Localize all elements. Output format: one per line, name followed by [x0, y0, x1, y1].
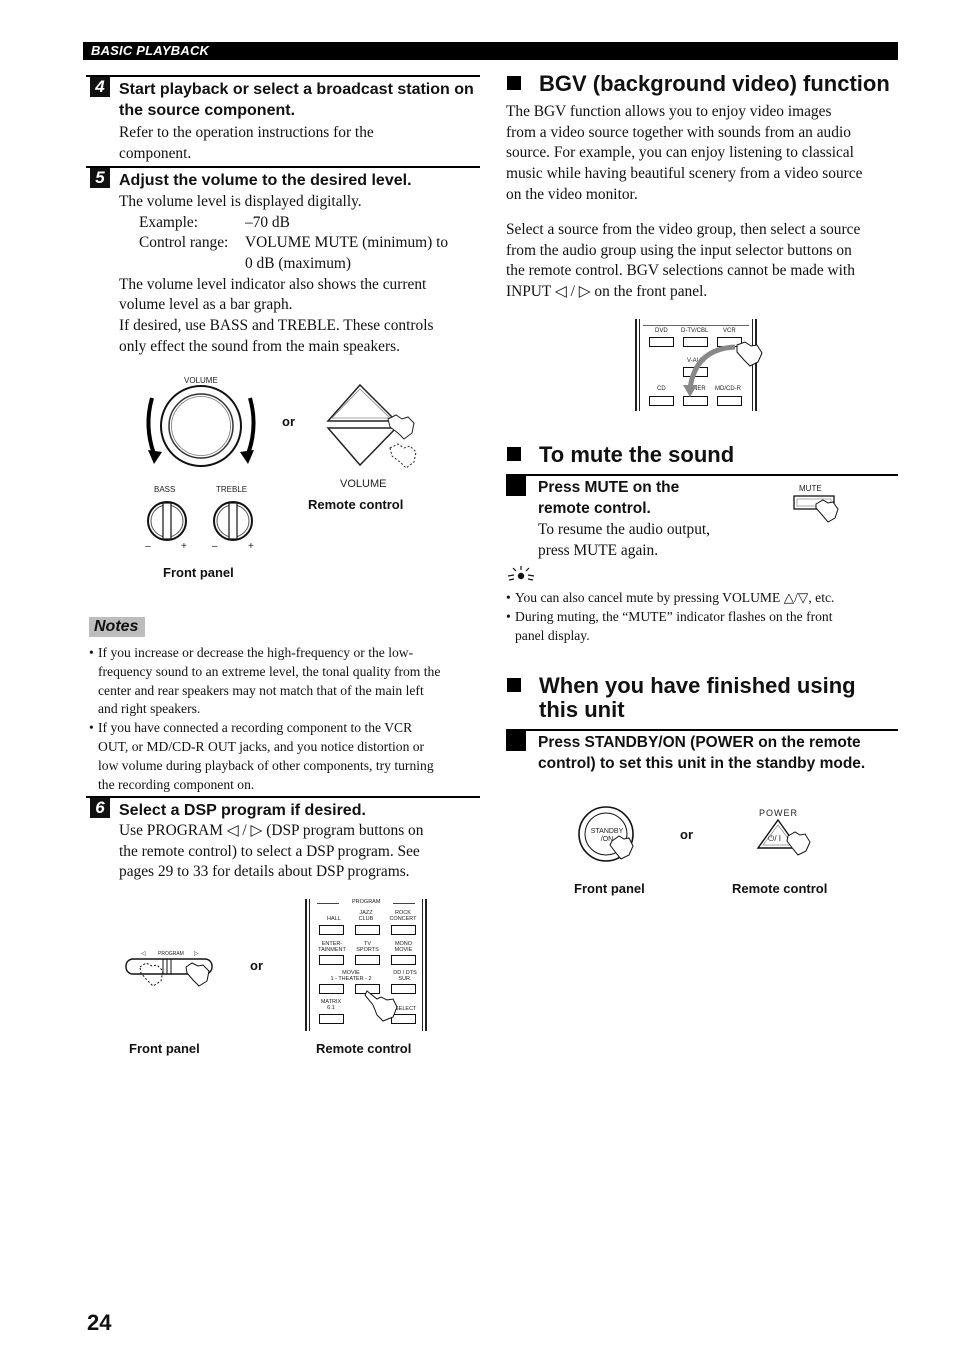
rock-concert-button[interactable]: [391, 925, 416, 935]
tip-item: During muting, the “MUTE” indicator flas…: [506, 608, 901, 646]
or-label: or: [250, 958, 263, 973]
dvd-button[interactable]: [649, 337, 674, 347]
step-5: 5 Adjust the volume to the desired level…: [86, 166, 480, 366]
step-rule: [86, 166, 480, 168]
range-value-2: 0 dB (maximum): [245, 255, 352, 273]
pointing-hand-icon: [364, 990, 398, 1022]
entertainment-button[interactable]: [319, 955, 344, 965]
notes-list: If you increase or decrease the high-fre…: [89, 644, 484, 794]
step-body: Refer to the operation instructions for …: [119, 124, 374, 162]
mute-button-icon[interactable]: [792, 494, 842, 530]
treble-knob-icon: [213, 501, 253, 541]
mute-title: To mute the sound: [507, 443, 734, 467]
remote-control-caption: Remote control: [308, 497, 404, 512]
treble-label: TREBLE: [216, 485, 248, 494]
bass-minus: –: [145, 541, 151, 552]
step-4: 4 Start playback or select a broadcast s…: [86, 75, 480, 167]
section-header-band: BASIC PLAYBACK: [83, 42, 898, 60]
program-front-button-icon: [125, 958, 213, 987]
or-label: or: [680, 827, 693, 842]
hall-button[interactable]: [319, 925, 344, 935]
range-label: Control range:: [139, 234, 229, 252]
mute-step-heading: Press MUTE on the remote control.: [538, 479, 680, 517]
step-body: Use PROGRAM ◁ / ▷ (DSP program buttons o…: [119, 822, 424, 881]
treble-minus: –: [212, 541, 218, 552]
jazz-club-button[interactable]: [355, 925, 380, 935]
step-block-icon: [506, 729, 526, 751]
page-number: 24: [87, 1310, 112, 1335]
lightbulb-tip-icon: [507, 566, 535, 581]
bgv-paragraph-1: The BGV function allows you to enjoy vid…: [506, 103, 863, 203]
power-symbol: ⏻/ I: [768, 834, 781, 843]
step-rule: [86, 75, 480, 77]
input-selector-remote-panel: DVD D-TV/CBL VCR V-AUX CD TUNER MD/CD-R: [635, 319, 763, 411]
step-6: 6 Select a DSP program if desired. Use P…: [86, 796, 480, 888]
mute-body: To resume the audio output, press MUTE ag…: [538, 521, 711, 559]
section-square-icon: [507, 76, 521, 90]
step-heading: Start playback or select a broadcast sta…: [119, 81, 474, 119]
program-remote-title: PROGRAM: [352, 899, 381, 905]
note-item: If you increase or decrease the high-fre…: [89, 644, 484, 719]
remote-control-caption: Remote control: [316, 1041, 412, 1056]
section-title: BASIC PLAYBACK: [91, 43, 210, 58]
section-square-icon: [507, 447, 521, 461]
step-rule: [86, 796, 480, 798]
movie-1-button[interactable]: [319, 984, 344, 994]
remote-control-caption: Remote control: [732, 881, 828, 896]
power-label: POWER: [759, 808, 799, 818]
step-number: 5: [90, 168, 110, 188]
notes-badge: Notes: [89, 617, 145, 637]
bass-label: BASS: [154, 485, 176, 494]
step-number: 4: [90, 77, 110, 97]
bass-plus: +: [181, 541, 187, 552]
front-panel-caption: Front panel: [163, 565, 234, 580]
bgv-paragraph-2: Select a source from the video group, th…: [506, 221, 861, 301]
step-body: The volume level is displayed digitally.…: [119, 193, 449, 355]
volume-knob-icon: [146, 385, 256, 467]
finish-title-line-2: this unit: [539, 697, 625, 722]
range-value: VOLUME MUTE (minimum) to: [245, 234, 449, 252]
tv-sports-button[interactable]: [355, 955, 380, 965]
mono-movie-button[interactable]: [391, 955, 416, 965]
notes-title: Notes: [94, 618, 139, 635]
front-panel-caption: Front panel: [574, 881, 645, 896]
mute-tips-list: You can also cancel mute by pressing VOL…: [506, 589, 901, 645]
finish-step-heading: Press STANDBY/ON (POWER on the remote con…: [538, 734, 866, 772]
example-label: Example:: [139, 213, 198, 231]
tip-item: You can also cancel mute by pressing VOL…: [506, 589, 901, 608]
cd-button[interactable]: [649, 396, 674, 406]
remote-volume-label: VOLUME: [340, 478, 387, 490]
selection-arrow-icon: [683, 341, 763, 397]
program-left-arrow: ◁: [141, 951, 146, 957]
step-number: 6: [90, 798, 110, 818]
bass-knob-icon: [147, 501, 187, 541]
standby-label: STANDBY/ON: [590, 828, 624, 843]
or-label: or: [282, 414, 295, 429]
matrix-61-button[interactable]: [319, 1014, 344, 1024]
front-panel-caption: Front panel: [129, 1041, 200, 1056]
step-block-icon: [506, 474, 526, 496]
step-heading: Adjust the volume to the desired level.: [119, 172, 412, 189]
remote-volume-buttons-icon: [326, 383, 417, 469]
program-remote-panel: PROGRAM HALL JAZZ CLUB ROCK CONCERT ENTER-…: [305, 899, 427, 1031]
power-button-icon[interactable]: [756, 818, 826, 864]
finish-title: When you have finished using: [507, 674, 856, 698]
treble-plus: +: [248, 541, 254, 552]
example-value: –70 dB: [245, 213, 290, 231]
section-square-icon: [507, 678, 521, 692]
note-item: If you have connected a recording compon…: [89, 719, 484, 794]
program-right-arrow: ▷: [194, 951, 199, 957]
step-heading: Select a DSP program if desired.: [119, 802, 366, 819]
finish-step: Press STANDBY/ON (POWER on the remote con…: [506, 729, 898, 775]
mute-button-label: MUTE: [799, 484, 822, 493]
bgv-title: BGV (background video) function: [507, 72, 890, 96]
